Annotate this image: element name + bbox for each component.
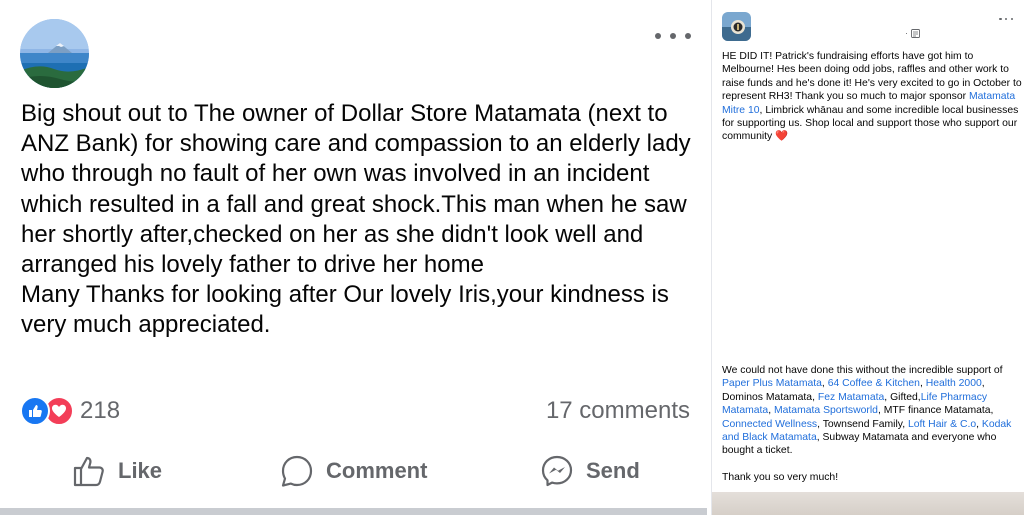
- comment-bubble-icon: [281, 455, 313, 487]
- action-bar: Like Comment Send: [0, 448, 707, 494]
- meta-separator: ·: [905, 28, 908, 38]
- reaction-count: 218: [80, 397, 121, 424]
- thumbs-up-icon: [73, 456, 104, 487]
- post-photo[interactable]: [712, 492, 1024, 515]
- divider: [0, 508, 707, 515]
- post-paragraph: Many Thanks for looking after Our lovely…: [21, 281, 669, 339]
- post-paragraph: Big shout out to The owner of Dollar Sto…: [21, 100, 691, 279]
- post-text: , Townsend Family,: [817, 418, 908, 430]
- comment-button[interactable]: Comment: [280, 448, 427, 494]
- post-text: We could not have done this without the …: [722, 365, 1003, 376]
- tagged-page-link[interactable]: Loft Hair & C.o: [908, 419, 976, 430]
- tagged-page-link[interactable]: Health 2000: [926, 378, 982, 389]
- post-body: Big shout out to The owner of Dollar Sto…: [21, 99, 696, 341]
- post-text: , MTF finance Matamata,: [877, 405, 994, 417]
- more-options-icon[interactable]: [999, 16, 1013, 22]
- post-paragraph: We could not have done this without the …: [722, 364, 1022, 485]
- like-label: Like: [118, 458, 163, 483]
- tagged-page-link[interactable]: Connected Wellness: [722, 419, 817, 430]
- post-paragraph: HE DID IT! Patrick's fundraising efforts…: [722, 50, 1022, 144]
- reactions-summary[interactable]: 218: [20, 396, 120, 426]
- like-reaction-icon: [20, 396, 50, 426]
- heart-emoji: ❤️: [775, 131, 789, 143]
- closing-line: Thank you so very much!: [722, 472, 839, 484]
- tagged-page-link[interactable]: Matamata Sportsworld: [774, 405, 878, 416]
- post-meta: ·: [905, 28, 920, 38]
- send-label: Send: [586, 458, 640, 483]
- comment-label: Comment: [326, 458, 428, 483]
- comments-count[interactable]: 17 comments: [546, 396, 690, 426]
- send-button[interactable]: Send: [540, 448, 640, 494]
- like-button[interactable]: Like: [72, 448, 162, 494]
- more-options-icon[interactable]: [655, 26, 691, 46]
- globe-icon: [911, 28, 920, 38]
- avatar-image: [722, 12, 751, 41]
- avatar[interactable]: [722, 12, 751, 41]
- avatar-image: [20, 19, 89, 88]
- avatar[interactable]: [20, 19, 89, 88]
- post-text: , Gifted,: [884, 391, 921, 403]
- left-post: Big shout out to The owner of Dollar Sto…: [0, 0, 707, 515]
- tagged-page-link[interactable]: 64 Coffee & Kitchen: [828, 378, 920, 389]
- right-post: · HE DID IT! Patrick's fundraising effor…: [711, 0, 1024, 515]
- post-text: , Limbrick whānau and some incredible lo…: [722, 104, 1019, 143]
- tagged-page-link[interactable]: Paper Plus Matamata: [722, 378, 822, 389]
- messenger-icon: [541, 455, 573, 487]
- tagged-page-link[interactable]: Fez Matamata: [818, 392, 884, 403]
